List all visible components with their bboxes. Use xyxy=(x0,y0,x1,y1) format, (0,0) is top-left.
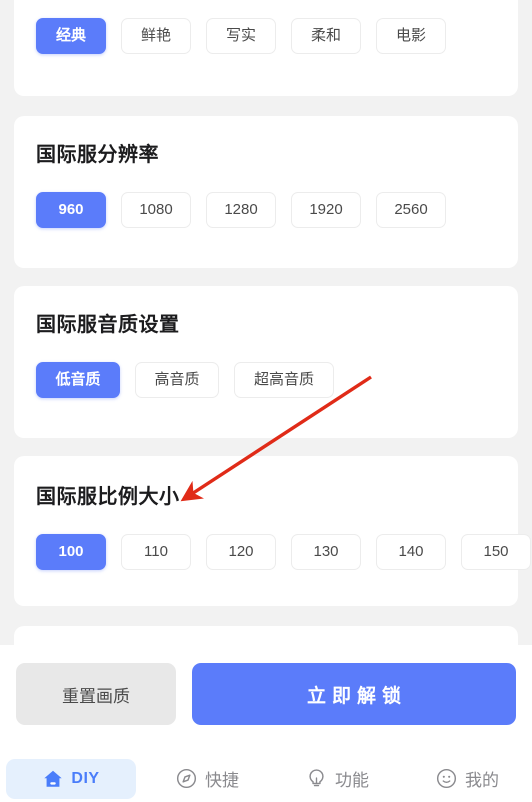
face-icon xyxy=(435,767,458,790)
tab-shortcut-label: 快捷 xyxy=(205,771,239,790)
chip-row-picture-style[interactable]: 经典 鲜艳 写实 柔和 电影 xyxy=(36,18,446,54)
tab-mine[interactable]: 我的 xyxy=(402,759,532,799)
chip-row-scale-size[interactable]: 100 110 120 130 140 150 xyxy=(36,534,531,570)
section-card-next-partial xyxy=(14,626,518,645)
tab-function-label: 功能 xyxy=(335,771,369,790)
section-card-scale-size: 国际服比例大小 100 110 120 130 140 150 xyxy=(14,456,531,606)
section-title-scale-size: 国际服比例大小 xyxy=(36,486,180,508)
home-icon xyxy=(42,768,64,790)
chip-resolution-1[interactable]: 1080 xyxy=(121,192,191,228)
compass-icon xyxy=(175,767,198,790)
tab-shortcut[interactable]: 快捷 xyxy=(142,759,272,799)
section-card-resolution: 国际服分辨率 960 1080 1280 1920 2560 xyxy=(14,116,518,268)
app-root: 经典 鲜艳 写实 柔和 电影 国际服分辨率 960 1080 1280 1920… xyxy=(0,0,532,802)
tab-diy-label: DIY xyxy=(71,769,100,787)
chip-audio-quality-1[interactable]: 高音质 xyxy=(135,362,219,398)
bottom-tab-bar: DIY 快捷 功能 我的 xyxy=(0,755,532,802)
chip-resolution-2[interactable]: 1280 xyxy=(206,192,276,228)
reset-quality-button[interactable]: 重置画质 xyxy=(16,663,176,725)
section-card-picture-style: 经典 鲜艳 写实 柔和 电影 xyxy=(14,0,518,96)
section-title-audio-quality: 国际服音质设置 xyxy=(36,314,180,336)
chip-picture-style-3[interactable]: 柔和 xyxy=(291,18,361,54)
chip-scale-size-3[interactable]: 130 xyxy=(291,534,361,570)
chip-audio-quality-2[interactable]: 超高音质 xyxy=(234,362,334,398)
chip-row-audio-quality[interactable]: 低音质 高音质 超高音质 xyxy=(36,362,334,398)
chip-resolution-4[interactable]: 2560 xyxy=(376,192,446,228)
chip-scale-size-4[interactable]: 140 xyxy=(376,534,446,570)
section-card-audio-quality: 国际服音质设置 低音质 高音质 超高音质 xyxy=(14,286,518,438)
chip-scale-size-5[interactable]: 150 xyxy=(461,534,531,570)
chip-picture-style-1[interactable]: 鲜艳 xyxy=(121,18,191,54)
action-bar: 重置画质 立即解锁 xyxy=(0,645,532,755)
tab-mine-label: 我的 xyxy=(465,771,499,790)
settings-scroll-area[interactable]: 经典 鲜艳 写实 柔和 电影 国际服分辨率 960 1080 1280 1920… xyxy=(0,0,532,645)
chip-scale-size-0[interactable]: 100 xyxy=(36,534,106,570)
chip-resolution-3[interactable]: 1920 xyxy=(291,192,361,228)
bulb-icon xyxy=(305,767,328,790)
tab-function[interactable]: 功能 xyxy=(272,759,402,799)
chip-row-resolution[interactable]: 960 1080 1280 1920 2560 xyxy=(36,192,446,228)
chip-audio-quality-0[interactable]: 低音质 xyxy=(36,362,120,398)
section-title-resolution: 国际服分辨率 xyxy=(36,144,159,166)
chip-picture-style-4[interactable]: 电影 xyxy=(376,18,446,54)
chip-resolution-0[interactable]: 960 xyxy=(36,192,106,228)
chip-scale-size-1[interactable]: 110 xyxy=(121,534,191,570)
unlock-now-button[interactable]: 立即解锁 xyxy=(192,663,516,725)
chip-picture-style-2[interactable]: 写实 xyxy=(206,18,276,54)
tab-diy[interactable]: DIY xyxy=(6,758,136,799)
chip-scale-size-2[interactable]: 120 xyxy=(206,534,276,570)
chip-picture-style-0[interactable]: 经典 xyxy=(36,18,106,54)
